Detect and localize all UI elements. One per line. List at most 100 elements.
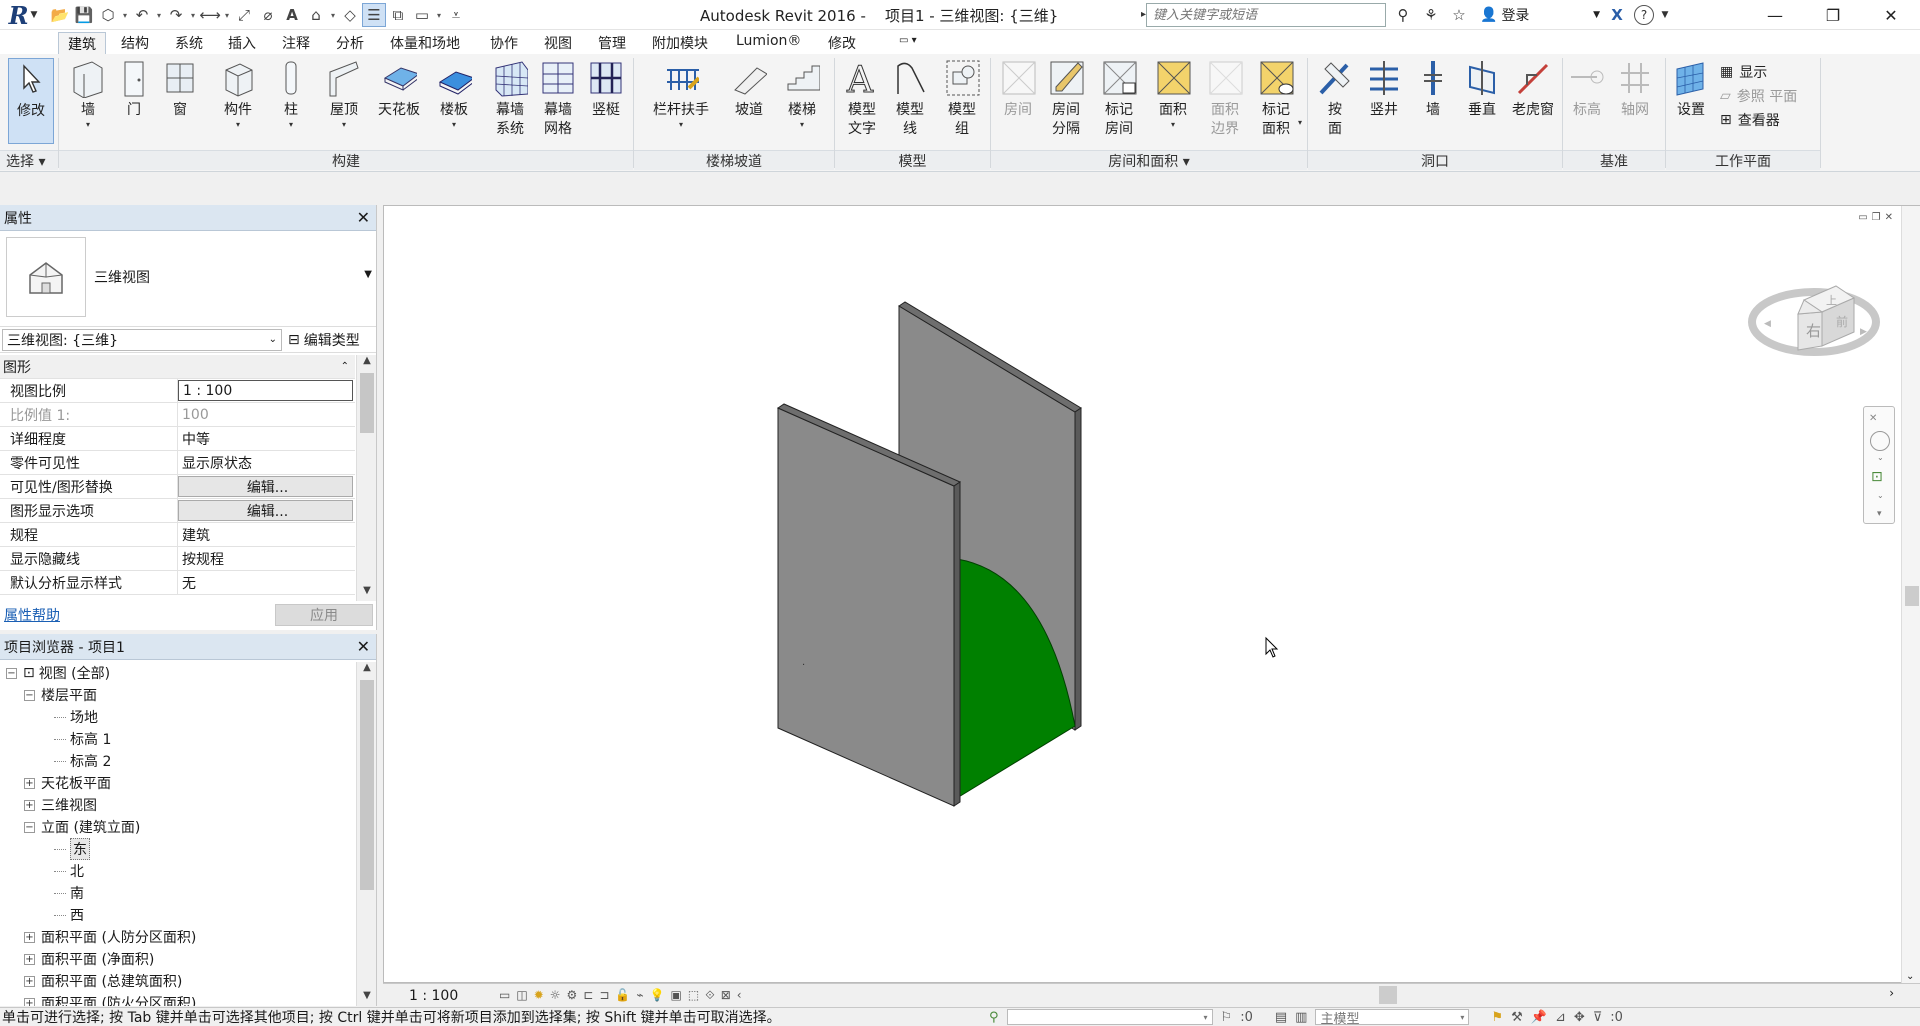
tree-item[interactable]: + 三维视图 xyxy=(0,794,357,816)
type-selector[interactable]: 三维视图 ▼ xyxy=(0,231,376,327)
collapse-icon[interactable]: − xyxy=(6,667,17,679)
tree-item[interactable]: + 面积平面 (防火分区面积) xyxy=(0,992,357,1006)
editable-only-icon[interactable]: ▤ xyxy=(1275,1010,1287,1025)
help-dropdown-icon[interactable]: ▼ xyxy=(1660,4,1670,26)
wall-button[interactable]: 墙 ▾ xyxy=(66,58,110,148)
worksharing-icon[interactable]: ⚲ xyxy=(989,1010,999,1025)
expand-icon[interactable]: + xyxy=(24,953,35,965)
search-input[interactable] xyxy=(1147,4,1385,26)
unlock-3d-icon[interactable]: 🔓 xyxy=(615,988,630,1003)
crop-view-icon[interactable]: ⊏ xyxy=(583,988,593,1003)
design-option-icon[interactable]: ▥ xyxy=(1295,1010,1307,1025)
edit-button[interactable]: 编辑... xyxy=(178,500,353,521)
tree-item[interactable]: + 天花板平面 xyxy=(0,772,357,794)
analytical-model-icon[interactable]: ⬚ xyxy=(688,988,699,1003)
minimize-button[interactable]: — xyxy=(1746,0,1804,30)
tree-item[interactable]: 标高 1 xyxy=(0,728,357,750)
tree-item[interactable]: 场地 xyxy=(0,706,357,728)
property-row[interactable]: 可见性/图形替换 编辑... xyxy=(0,475,355,499)
open-icon[interactable]: 📂 xyxy=(48,3,72,27)
tree-item[interactable]: + 面积平面 (总建筑面积) xyxy=(0,970,357,992)
horizontal-scroll-thumb[interactable] xyxy=(1379,986,1397,1004)
ref-plane-button[interactable]: ▱ 参照 平面 xyxy=(1720,86,1797,106)
set-workplane-button[interactable]: 设置 xyxy=(1670,58,1712,148)
detail-level-icon[interactable]: ▭ xyxy=(499,988,510,1003)
area-button[interactable]: 面积 ▾ xyxy=(1150,58,1196,148)
tree-item[interactable]: − ⊡ 视图 (全部) xyxy=(0,662,357,684)
subscription-icon[interactable]: ⚘ xyxy=(1420,4,1442,26)
tab-insert[interactable]: 插入 xyxy=(219,32,265,54)
grid-button[interactable]: 轴网 xyxy=(1614,58,1656,148)
tab-collaborate[interactable]: 协作 xyxy=(481,32,527,54)
tab-systems[interactable]: 系统 xyxy=(166,32,212,54)
tab-architecture[interactable]: 建筑 xyxy=(58,32,106,54)
application-menu-button[interactable]: R ▼ xyxy=(0,0,46,30)
highlight-displacement-icon[interactable]: ⟐ xyxy=(705,988,714,1003)
select-links-icon[interactable]: ⚑ xyxy=(1491,1010,1503,1025)
tab-view[interactable]: 视图 xyxy=(535,32,581,54)
viewer-button[interactable]: ⊞ 查看器 xyxy=(1720,110,1780,130)
filter-count-icon[interactable]: ⚐ xyxy=(1221,1010,1233,1025)
show-crop-icon[interactable]: ⊐ xyxy=(599,988,609,1003)
shadows-icon[interactable]: ☼ xyxy=(550,988,561,1003)
ramp-button[interactable]: 坡道 xyxy=(728,58,770,148)
tab-manage[interactable]: 管理 xyxy=(589,32,635,54)
tag-area-button[interactable]: 标记 面积 ▾ xyxy=(1252,58,1302,148)
level-button[interactable]: 标高 xyxy=(1566,58,1608,148)
aligned-dimension-icon[interactable]: ⤢ xyxy=(232,3,256,27)
navbar-close-icon[interactable]: ✕ xyxy=(1869,413,1877,424)
customize-qat-icon[interactable]: ⩡ xyxy=(444,3,468,27)
visual-style-icon[interactable]: ◫ xyxy=(516,988,527,1003)
tab-modify[interactable]: 修改 xyxy=(819,32,865,54)
binoculars-icon[interactable]: ⚲ xyxy=(1392,4,1414,26)
room-separator-button[interactable]: 房间 分隔 xyxy=(1044,58,1088,148)
model-group-button[interactable]: 模型 组 xyxy=(940,58,984,148)
save-icon[interactable]: 💾 xyxy=(72,3,96,27)
scroll-down-icon[interactable]: ▼ xyxy=(357,585,377,601)
property-row[interactable]: 默认分析显示样式无 xyxy=(0,571,355,595)
vertical-opening-button[interactable]: 垂直 xyxy=(1460,58,1504,148)
property-row[interactable]: 视图比例 1 : 100 xyxy=(0,379,355,403)
collapse-icon[interactable]: − xyxy=(24,821,35,833)
text-icon[interactable]: A xyxy=(280,3,304,27)
room-area-panel-title[interactable]: 房间和面积 ▾ xyxy=(991,150,1307,170)
property-row[interactable]: 规程 建筑 xyxy=(0,523,355,547)
tab-lumion[interactable]: Lumion® xyxy=(727,32,810,54)
tab-annotate[interactable]: 注释 xyxy=(273,32,319,54)
tab-massing-site[interactable]: 体量和场地 xyxy=(381,32,469,54)
property-row[interactable]: 详细程度 中等 xyxy=(0,427,355,451)
property-row[interactable]: 显示隐藏线 按规程 xyxy=(0,547,355,571)
window-button[interactable]: 窗 xyxy=(160,58,200,148)
tree-item[interactable]: − 立面 (建筑立面) xyxy=(0,816,357,838)
scroll-down-icon[interactable]: ▼ xyxy=(357,990,377,1006)
close-icon[interactable]: ✕ xyxy=(357,208,370,227)
scroll-left-icon[interactable]: ‹ xyxy=(737,988,742,1003)
scroll-up-icon[interactable]: ▲ xyxy=(357,355,377,371)
tree-item[interactable]: + 面积平面 (净面积) xyxy=(0,948,357,970)
tab-analyze[interactable]: 分析 xyxy=(327,32,373,54)
drawing-area-3d-view[interactable]: ▭ ❐ ✕ · 右 上 前 ◀ ▶ ✕ ⌄ ⊡ ⌄ ▾ ⌄ xyxy=(383,205,1920,984)
workset-select[interactable]: ▾ xyxy=(1006,1009,1213,1025)
help-icon[interactable]: ? xyxy=(1634,5,1654,25)
reveal-constraints-icon[interactable]: ⊠ xyxy=(721,988,731,1003)
sun-path-icon[interactable]: ✹ xyxy=(534,988,544,1003)
exchange-apps-icon[interactable]: X xyxy=(1606,4,1628,26)
tree-item[interactable]: + 面积平面 (人防分区面积) xyxy=(0,926,357,948)
property-row[interactable]: 零件可见性 显示原状态 xyxy=(0,451,355,475)
zoom-region-icon[interactable]: ⊡ xyxy=(1871,469,1883,485)
tree-item[interactable]: − 楼层平面 xyxy=(0,684,357,706)
close-icon[interactable]: ✕ xyxy=(357,637,370,656)
roof-button[interactable]: 屋顶 ▾ xyxy=(322,58,366,148)
select-menu[interactable]: 选择 ▾ xyxy=(0,150,58,170)
restore-button[interactable]: ❐ xyxy=(1804,0,1862,30)
select-by-face-icon[interactable]: ⊿ xyxy=(1555,1010,1566,1025)
rendering-icon[interactable]: ⚙ xyxy=(567,988,578,1003)
floor-button[interactable]: 楼板 ▾ xyxy=(432,58,476,148)
undo-icon[interactable]: ↶ xyxy=(130,3,154,27)
stair-button[interactable]: 楼梯 ▾ xyxy=(780,58,824,148)
apply-button[interactable]: 应用 xyxy=(275,604,373,626)
edit-button[interactable]: 编辑... xyxy=(178,476,353,497)
steering-wheel-icon[interactable] xyxy=(1870,431,1890,451)
expand-icon[interactable]: + xyxy=(24,777,35,789)
browser-scrollbar[interactable]: ▲ ▼ xyxy=(356,662,376,1006)
